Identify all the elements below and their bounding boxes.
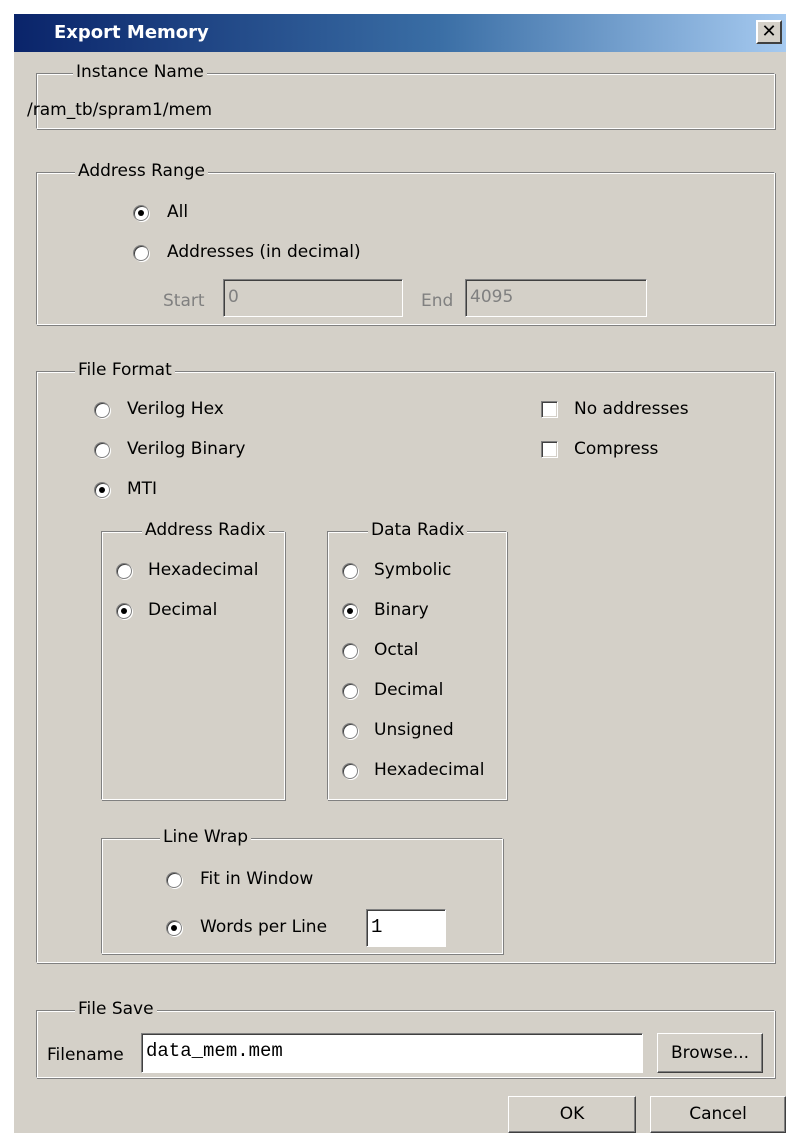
file-save-legend: File Save — [75, 999, 157, 1019]
end-label: End — [421, 291, 454, 311]
radio-all[interactable] — [133, 205, 149, 221]
radio-data-hexadecimal[interactable] — [342, 763, 358, 779]
instance-name-group: Instance Name /ram_tb/spram1/mem — [27, 62, 775, 129]
radio-words-per-line[interactable] — [166, 920, 182, 936]
title-bar[interactable]: Export Memory ✕ — [14, 14, 786, 52]
radio-mti-label: MTI — [127, 479, 158, 499]
filename-label: Filename — [47, 1045, 124, 1065]
cancel-button[interactable]: Cancel — [650, 1096, 786, 1133]
radio-all-label: All — [167, 202, 189, 222]
radio-data-octal-label: Octal — [374, 640, 419, 660]
radio-data-binary[interactable] — [342, 603, 358, 619]
browse-button[interactable]: Browse... — [657, 1033, 763, 1073]
data-radix-legend: Data Radix — [368, 520, 468, 540]
radio-verilog-binary-label: Verilog Binary — [127, 439, 246, 459]
start-label: Start — [163, 291, 205, 311]
radio-words-per-line-label: Words per Line — [200, 917, 328, 937]
radio-data-unsigned-label: Unsigned — [374, 720, 454, 740]
radio-data-symbolic[interactable] — [342, 563, 358, 579]
radio-verilog-hex[interactable] — [94, 402, 110, 418]
checkbox-no-addresses[interactable] — [541, 401, 558, 418]
line-wrap-legend: Line Wrap — [160, 827, 252, 847]
instance-name-legend: Instance Name — [73, 62, 207, 82]
radio-fit-in-window[interactable] — [166, 872, 182, 888]
radio-data-octal[interactable] — [342, 643, 358, 659]
radio-address-hexadecimal[interactable] — [116, 563, 132, 579]
address-range-legend: Address Range — [75, 161, 208, 181]
address-range-group: Address Range All Addresses (in decimal)… — [36, 161, 775, 325]
radio-data-binary-label: Binary — [374, 600, 429, 620]
close-icon: ✕ — [761, 21, 777, 42]
radio-data-decimal-label: Decimal — [374, 680, 444, 700]
radio-data-hexadecimal-label: Hexadecimal — [374, 760, 485, 780]
line-wrap-group: Line Wrap Fit in Window Words per Line 1 — [101, 827, 503, 954]
filename-input[interactable]: data_mem.mem — [141, 1033, 643, 1073]
end-address-input[interactable]: 4095 — [465, 279, 647, 317]
address-radix-group: Address Radix Hexadecimal Decimal — [101, 520, 285, 800]
data-radix-group: Data Radix Symbolic Binary Octal Decimal… — [327, 520, 507, 800]
radio-addresses-label: Addresses (in decimal) — [167, 242, 361, 262]
file-save-group: File Save Filename data_mem.mem Browse..… — [36, 999, 775, 1078]
radio-verilog-binary[interactable] — [94, 442, 110, 458]
file-format-legend: File Format — [75, 360, 175, 380]
radio-address-hexadecimal-label: Hexadecimal — [148, 560, 259, 580]
address-radix-legend: Address Radix — [142, 520, 269, 540]
file-format-group: File Format Verilog Hex Verilog Binary M… — [36, 360, 775, 963]
ok-button[interactable]: OK — [508, 1096, 636, 1133]
cropped-caption-strip — [0, 0, 786, 14]
radio-addresses[interactable] — [133, 245, 149, 261]
radio-data-symbolic-label: Symbolic — [374, 560, 452, 580]
radio-data-unsigned[interactable] — [342, 723, 358, 739]
export-memory-dialog: Export Memory ✕ Instance Name /ram_tb/sp… — [14, 14, 786, 1133]
checkbox-compress[interactable] — [541, 441, 558, 458]
radio-address-decimal-label: Decimal — [148, 600, 218, 620]
start-address-input[interactable]: 0 — [223, 279, 403, 317]
checkbox-compress-label: Compress — [574, 439, 659, 459]
window-title: Export Memory — [54, 22, 209, 43]
radio-data-decimal[interactable] — [342, 683, 358, 699]
radio-verilog-hex-label: Verilog Hex — [127, 399, 224, 419]
close-button[interactable]: ✕ — [756, 20, 782, 44]
checkbox-no-addresses-label: No addresses — [574, 399, 689, 419]
radio-mti[interactable] — [94, 482, 110, 498]
words-per-line-input[interactable]: 1 — [366, 909, 446, 947]
radio-fit-in-window-label: Fit in Window — [200, 869, 314, 889]
radio-address-decimal[interactable] — [116, 603, 132, 619]
instance-name-value: /ram_tb/spram1/mem — [27, 100, 213, 120]
